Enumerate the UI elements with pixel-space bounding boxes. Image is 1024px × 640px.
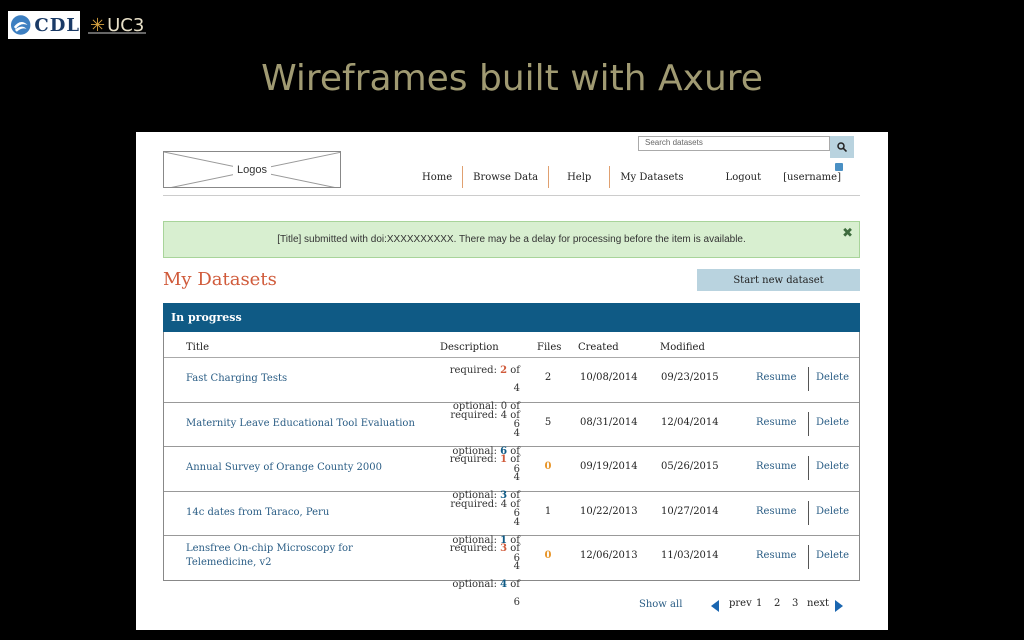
cdl-swirl-icon (10, 15, 31, 35)
main-nav: Home Browse Data Help My Datasets Logout… (412, 166, 841, 188)
table-row: Lensfree On-chip Microscopy for Telemedi… (164, 536, 859, 608)
created-date: 10/08/2014 (580, 372, 638, 383)
slide-title: Wireframes built with Axure (261, 58, 763, 99)
created-date: 10/22/2013 (580, 505, 638, 517)
created-date: 12/06/2013 (580, 550, 638, 562)
table-row: Fast Charging Tests required: 2 of 4 opt… (164, 358, 859, 430)
col-description: Description (440, 342, 499, 353)
pager-page-1[interactable]: 1 (756, 598, 762, 609)
optional-label: optional: (452, 579, 501, 591)
col-files: Files (537, 342, 562, 353)
delete-link[interactable]: Delete (816, 417, 849, 428)
description-status: required: 3 of 4 optional: 4 of 6 (444, 540, 520, 612)
required-label: required: (450, 409, 501, 421)
nav-home[interactable]: Home (412, 166, 462, 188)
show-all-link[interactable]: Show all (639, 599, 682, 610)
files-count: 1 (544, 505, 552, 517)
modified-date: 10/27/2014 (661, 505, 719, 517)
table-header: Title Description Files Created Modified (164, 332, 859, 358)
action-divider (808, 456, 809, 481)
required-label: required: (449, 543, 501, 555)
required-total: of 4 (507, 409, 520, 439)
header-divider (163, 195, 860, 196)
modified-date: 11/03/2014 (661, 550, 719, 562)
resume-link[interactable]: Resume (756, 372, 796, 383)
section-header-in-progress: In progress (163, 303, 860, 332)
col-title: Title (186, 342, 210, 353)
start-new-dataset-button[interactable]: Start new dataset (697, 269, 860, 291)
modified-date: 09/23/2015 (661, 372, 719, 383)
pager-page-2[interactable]: 2 (774, 598, 780, 609)
uc3-underline (88, 32, 146, 34)
close-icon[interactable]: ✖ (842, 226, 853, 241)
action-divider (808, 367, 809, 391)
created-date: 09/19/2014 (580, 461, 638, 473)
required-label: required: (450, 498, 501, 510)
files-count: 0 (544, 550, 552, 562)
col-created: Created (578, 342, 619, 353)
pager-prev[interactable]: prev (729, 598, 752, 609)
dataset-title-link[interactable]: 14c dates from Taraco, Peru (186, 506, 426, 520)
dataset-title-link[interactable]: Fast Charging Tests (186, 372, 426, 386)
modified-date: 12/04/2014 (661, 416, 719, 428)
action-divider (808, 411, 809, 436)
resume-link[interactable]: Resume (756, 417, 796, 428)
page-title: My Datasets (163, 269, 277, 290)
brand-logos: CDL ✳ UC3 (8, 10, 144, 40)
nav-help[interactable]: Help (549, 166, 609, 188)
datasets-table: Title Description Files Created Modified… (163, 332, 860, 608)
delete-link[interactable]: Delete (816, 372, 849, 383)
nav-browse-data[interactable]: Browse Data (463, 166, 548, 188)
prev-arrow-icon[interactable] (711, 600, 719, 612)
wireframe-panel: Logos Search datasets Home Browse Data H… (136, 132, 888, 630)
required-total: of 4 (507, 454, 520, 484)
files-count: 0 (544, 461, 552, 473)
dataset-title-link[interactable]: Maternity Leave Educational Tool Evaluat… (186, 417, 426, 431)
search-button[interactable] (830, 136, 854, 158)
required-total: of 4 (507, 543, 520, 573)
logo-placeholder-label: Logos (233, 163, 271, 176)
resume-link[interactable]: Resume (756, 550, 796, 561)
created-date: 08/31/2014 (580, 416, 638, 428)
pager-next[interactable]: next (807, 598, 829, 609)
alert-message: [Title] submitted with doi:XXXXXXXXXX. T… (277, 234, 746, 245)
required-label: required: (449, 365, 501, 376)
next-arrow-icon[interactable] (835, 600, 843, 612)
action-divider (808, 500, 809, 525)
modified-date: 05/26/2015 (661, 461, 719, 473)
cdl-logo: CDL (8, 11, 80, 39)
optional-total: of 6 (507, 579, 520, 609)
search-input[interactable]: Search datasets (638, 136, 830, 151)
success-alert: [Title] submitted with doi:XXXXXXXXXX. T… (163, 221, 860, 258)
table-row: 14c dates from Taraco, Peru required: 4 … (164, 492, 859, 564)
nav-my-datasets[interactable]: My Datasets (610, 166, 693, 188)
nav-username[interactable]: [username] (783, 166, 841, 188)
required-label: required: (449, 454, 501, 466)
table-row: Annual Survey of Orange County 2000 requ… (164, 447, 859, 519)
search-icon (837, 142, 847, 152)
col-modified: Modified (660, 342, 705, 353)
files-count: 5 (544, 416, 552, 428)
table-row: Maternity Leave Educational Tool Evaluat… (164, 403, 859, 475)
delete-link[interactable]: Delete (816, 506, 849, 517)
resume-link[interactable]: Resume (756, 506, 796, 517)
logo-placeholder: Logos (163, 151, 341, 188)
pager-page-3[interactable]: 3 (792, 598, 798, 609)
cdl-text: CDL (34, 14, 80, 36)
nav-logout[interactable]: Logout (694, 166, 784, 188)
action-divider (808, 545, 809, 570)
resume-link[interactable]: Resume (756, 461, 796, 472)
dataset-title-link[interactable]: Annual Survey of Orange County 2000 (186, 461, 426, 475)
delete-link[interactable]: Delete (816, 550, 849, 561)
files-count: 2 (544, 372, 552, 383)
required-total: of 4 (507, 365, 520, 394)
required-total: of 4 (507, 498, 520, 528)
delete-link[interactable]: Delete (816, 461, 849, 472)
dataset-title-link[interactable]: Lensfree On-chip Microscopy for Telemedi… (186, 542, 426, 570)
